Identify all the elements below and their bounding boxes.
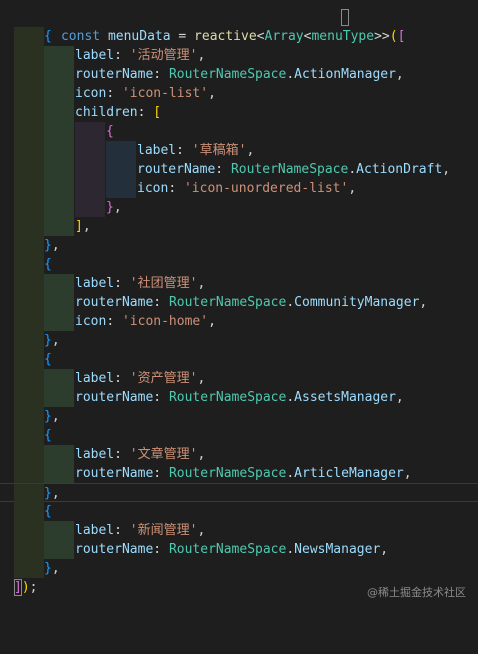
code-line: routerName: RouterNameSpace.ActionDraft, <box>0 160 478 179</box>
code-line: { <box>0 502 478 521</box>
code-line: const menuData = reactive<Array<menuType… <box>0 8 478 44</box>
code-line: { <box>0 350 478 369</box>
watermark: @稀土掘金技术社区 <box>367 586 466 599</box>
code-line: ], <box>0 217 478 236</box>
code-line: icon: 'icon-list', <box>0 84 478 103</box>
code-line: }, <box>0 407 478 426</box>
code-line: }, <box>0 198 478 217</box>
code-line: routerName: RouterNameSpace.ArticleManag… <box>0 464 478 483</box>
code-line: label: '文章管理', <box>0 445 478 464</box>
code-line: routerName: RouterNameSpace.AssetsManage… <box>0 388 478 407</box>
code-line: label: '活动管理', <box>0 46 478 65</box>
code-line: icon: 'icon-home', <box>0 312 478 331</box>
code-line: routerName: RouterNameSpace.NewsManager, <box>0 540 478 559</box>
code-line: label: '社团管理', <box>0 274 478 293</box>
current-line-highlight: }, <box>0 483 478 503</box>
code-line: label: '草稿箱', <box>0 141 478 160</box>
code-line: label: '资产管理', <box>0 369 478 388</box>
code-line: { <box>0 122 478 141</box>
code-line: }, <box>0 331 478 350</box>
code-line: routerName: RouterNameSpace.CommunityMan… <box>0 293 478 312</box>
bracket-match-highlight <box>14 579 22 596</box>
code-line: icon: 'icon-unordered-list', <box>0 179 478 198</box>
code-line: { <box>0 27 478 46</box>
code-line: }, <box>0 236 478 255</box>
code-line: label: '新闻管理', <box>0 521 478 540</box>
code-line: { <box>0 255 478 274</box>
code-editor[interactable]: const menuData = reactive<Array<menuType… <box>0 0 478 606</box>
bracket-match-highlight <box>341 9 349 26</box>
code-line: routerName: RouterNameSpace.ActionManage… <box>0 65 478 84</box>
code-line: { <box>0 426 478 445</box>
code-line: }, <box>0 559 478 578</box>
code-line: children: [ <box>0 103 478 122</box>
string-label: '活动管理' <box>129 48 198 63</box>
